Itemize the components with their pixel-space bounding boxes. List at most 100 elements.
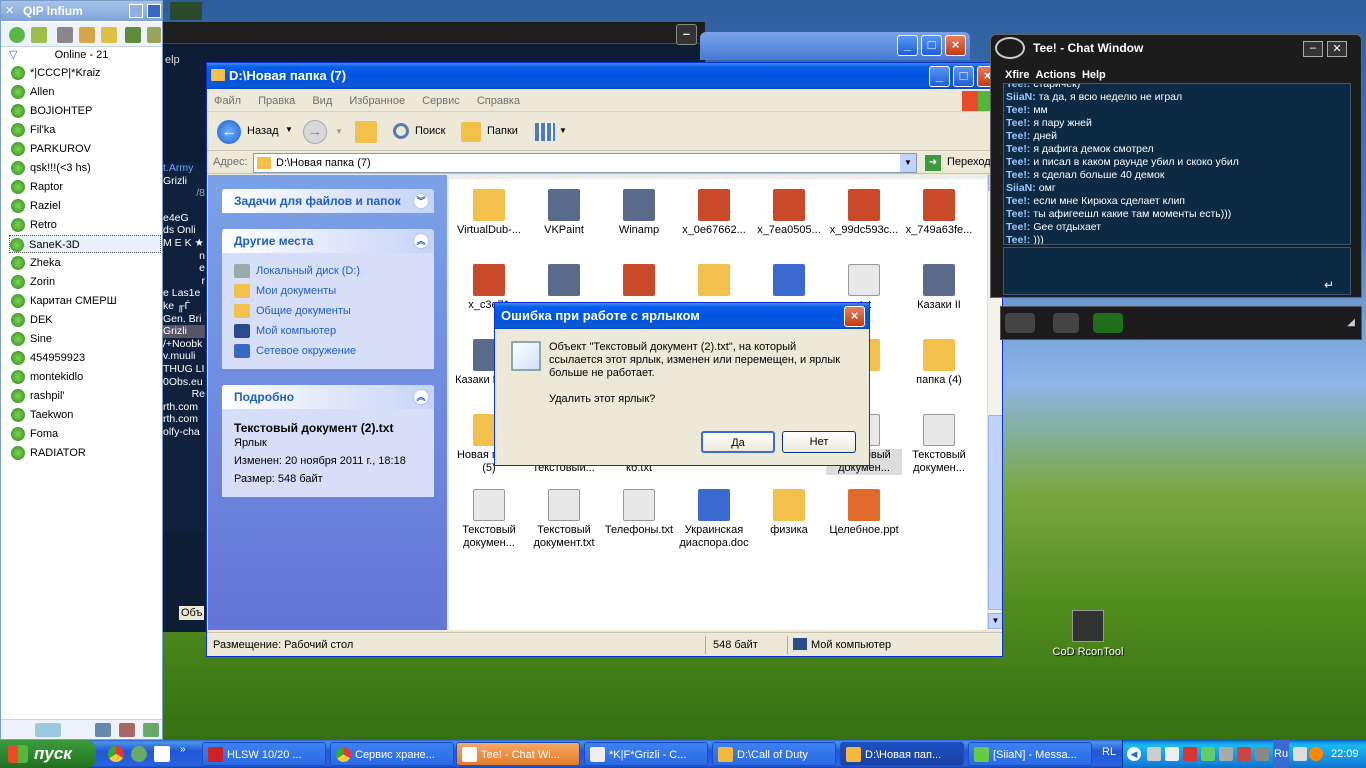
tray-app-icon[interactable]: [1165, 747, 1179, 761]
task-hlsw[interactable]: HLSW 10/20 ...: [202, 742, 326, 766]
phone-icon[interactable]: [1093, 313, 1123, 333]
contact-item[interactable]: Retro: [11, 216, 57, 234]
chat-close-button[interactable]: ✕: [1327, 41, 1347, 57]
forward-dropdown-icon[interactable]: ▼: [335, 127, 343, 136]
quicklaunch-expand-icon[interactable]: »: [180, 744, 186, 755]
up-folder-button[interactable]: [355, 121, 377, 143]
middle-close-button[interactable]: ×: [945, 35, 966, 56]
chat-input[interactable]: ↵: [1003, 247, 1351, 295]
qip-tool-icon[interactable]: [9, 27, 25, 43]
tray-language[interactable]: Ru: [1273, 740, 1290, 768]
link-local-disk[interactable]: Локальный диск (D:): [222, 261, 434, 281]
qip-tool-icon[interactable]: [101, 27, 117, 43]
file-item[interactable]: VirtualDub-...: [451, 189, 527, 237]
menu-view[interactable]: Вид: [305, 90, 339, 112]
file-item[interactable]: [526, 264, 602, 299]
task-chrome[interactable]: Сервис хране...: [330, 742, 454, 766]
task-xfire-chat[interactable]: Tee! - Chat Wi...: [456, 742, 580, 766]
quicklaunch-app-icon[interactable]: [154, 746, 170, 762]
qip-tool-icon[interactable]: [31, 27, 47, 43]
file-item[interactable]: [601, 264, 677, 299]
file-item[interactable]: Украинская диаспора.doc: [676, 489, 752, 550]
middle-min-button[interactable]: _: [897, 35, 918, 56]
file-item[interactable]: [751, 264, 827, 299]
qip-bottom-tool-icon[interactable]: [95, 723, 111, 737]
link-my-documents[interactable]: Мои документы: [222, 281, 434, 301]
file-item[interactable]: x_7ea0505...: [751, 189, 827, 237]
contact-item[interactable]: Sine: [11, 330, 52, 348]
file-item[interactable]: Текстовый документ.txt: [526, 489, 602, 550]
desktop-icon-top[interactable]: [170, 2, 202, 20]
link-my-computer[interactable]: Мой компьютер: [222, 321, 434, 341]
views-button[interactable]: ▼: [533, 121, 569, 143]
microphone-icon[interactable]: [1053, 313, 1079, 333]
file-item[interactable]: Казаки II: [901, 264, 977, 312]
tray-app-icon[interactable]: [1183, 747, 1197, 761]
qip-sound-icon[interactable]: [57, 27, 73, 43]
menu-help[interactable]: Справка: [470, 90, 527, 112]
file-item[interactable]: x_749a63fe...: [901, 189, 977, 237]
scroll-thumb[interactable]: [988, 415, 1002, 610]
quicklaunch-chrome-icon[interactable]: [108, 746, 124, 762]
tasks-panel-header[interactable]: Задачи для файлов и папок ︾: [222, 189, 434, 213]
forward-button[interactable]: →: [303, 120, 327, 144]
gamepad-icon[interactable]: [1005, 313, 1035, 333]
back-dropdown-icon[interactable]: ▼: [285, 125, 293, 134]
chevron-down-icon[interactable]: ︾: [413, 193, 429, 209]
link-shared-documents[interactable]: Общие документы: [222, 301, 434, 321]
file-item[interactable]: Текстовый докумен...: [451, 489, 527, 550]
contact-item[interactable]: 454959923: [11, 349, 85, 367]
desktop-icon-cod-rcontool[interactable]: CoD RconTool: [1046, 610, 1130, 658]
chat-menu-help[interactable]: Help: [1082, 69, 1106, 81]
address-dropdown-icon[interactable]: ▼: [900, 154, 916, 172]
menu-edit[interactable]: Правка: [251, 90, 302, 112]
address-input[interactable]: D:\Новая папка (7) ▼: [253, 153, 917, 173]
contact-item[interactable]: Zorin: [11, 273, 55, 291]
qip-group-header[interactable]: ▽ Online - 21: [1, 47, 162, 63]
contact-item[interactable]: DEK: [11, 311, 53, 329]
menu-file[interactable]: Файл: [207, 90, 248, 112]
file-item[interactable]: VKPaint: [526, 189, 602, 237]
file-item[interactable]: Текстовый докумен...: [901, 414, 977, 475]
file-item[interactable]: Целебное.ppt: [826, 489, 902, 537]
task-messenger[interactable]: [SiiaN] - Messa...: [968, 742, 1092, 766]
contact-item[interactable]: Taekwon: [11, 406, 73, 424]
tray-app-icon[interactable]: [1309, 747, 1323, 761]
details-header[interactable]: Подробно ︽: [222, 385, 434, 409]
contact-item[interactable]: Foma: [11, 425, 58, 443]
qip-bottom-tool-icon[interactable]: [119, 723, 135, 737]
qip-close-icon[interactable]: ✕: [5, 5, 17, 17]
contact-item[interactable]: SaneK-3D: [9, 235, 161, 253]
qip-status-icon[interactable]: [35, 723, 61, 737]
contact-item[interactable]: Zheka: [11, 254, 61, 272]
chevron-up-icon[interactable]: ︽: [413, 389, 429, 405]
scroll-down-button[interactable]: ▼: [988, 613, 1002, 629]
tray-app-icon[interactable]: [1255, 747, 1269, 761]
qip-bottom-tool-icon[interactable]: [143, 723, 159, 737]
language-indicator[interactable]: RL: [1102, 746, 1116, 758]
search-button[interactable]: Поиск: [389, 119, 449, 145]
file-item[interactable]: Winamp: [601, 189, 677, 237]
qip-tool-icon[interactable]: [147, 27, 161, 43]
chat-menu-xfire[interactable]: Xfire: [1005, 69, 1029, 81]
contact-item[interactable]: montekidlo: [11, 368, 83, 386]
contact-item[interactable]: RADIATOR: [11, 444, 86, 462]
dialog-yes-button[interactable]: Да: [701, 431, 775, 453]
dialog-close-button[interactable]: ×: [844, 306, 865, 327]
tray-signal-icon[interactable]: [1201, 747, 1215, 761]
tray-app-icon[interactable]: [1237, 747, 1251, 761]
contact-item[interactable]: Fil'ka: [11, 121, 55, 139]
tray-network-icon[interactable]: [1147, 747, 1161, 761]
folders-button[interactable]: Папки: [459, 119, 521, 145]
quicklaunch-utorrent-icon[interactable]: [131, 746, 147, 762]
contact-item[interactable]: *|CCCP|*Kraiz: [11, 64, 101, 82]
start-button[interactable]: пуск: [0, 740, 96, 768]
menu-tools[interactable]: Сервис: [415, 90, 467, 112]
contact-item[interactable]: Raziel: [11, 197, 61, 215]
task-call-of-duty[interactable]: D:\Call of Duty: [712, 742, 836, 766]
qip-tool-icon[interactable]: [125, 27, 141, 43]
file-item[interactable]: физика: [751, 489, 827, 537]
contact-item[interactable]: Raptor: [11, 178, 63, 196]
contact-item[interactable]: BOJIOHTEP: [11, 102, 92, 120]
contact-item[interactable]: Allen: [11, 83, 54, 101]
